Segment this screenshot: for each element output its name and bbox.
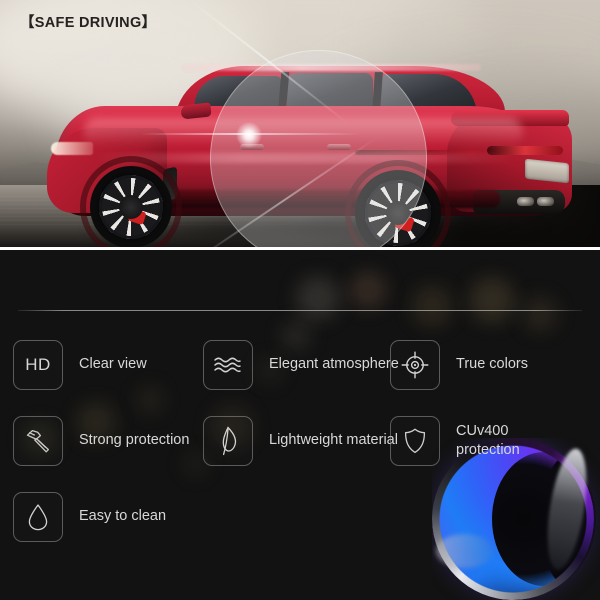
crosshair-target-icon <box>390 340 440 390</box>
feature-panel: HD Clear view Elegant atmosphere True co… <box>0 250 600 600</box>
lens-lower-highlight <box>436 534 494 568</box>
feature-item-clear-view[interactable]: HD Clear view <box>13 340 147 390</box>
shield-icon <box>390 416 440 466</box>
bokeh-light <box>469 277 515 323</box>
water-drop-icon <box>13 492 63 542</box>
bokeh-light <box>349 271 387 309</box>
hero-title: 【SAFE DRIVING】 <box>20 15 157 31</box>
feature-item-easy-to-clean[interactable]: Easy to clean <box>13 492 166 542</box>
leaf-icon <box>203 416 253 466</box>
bokeh-light <box>411 285 453 327</box>
feature-item-lightweight-material[interactable]: Lightweight material <box>203 416 398 466</box>
car-front-wheel-arch <box>86 162 176 247</box>
product-feature-page: 【SAFE DRIVING】 HD Clear view Elegant atm… <box>0 0 600 600</box>
feature-item-cuv400-protection[interactable]: CUv400 protection <box>390 416 548 466</box>
feature-label: True colors <box>456 356 528 373</box>
car-exhaust-tip <box>517 197 534 206</box>
bokeh-light <box>522 296 558 332</box>
feature-label: Easy to clean <box>79 508 167 525</box>
feature-item-true-colors[interactable]: True colors <box>390 340 528 390</box>
lens-flare-glow <box>236 122 262 148</box>
feature-label: CUv400 protection <box>456 422 520 458</box>
feature-item-strong-protection[interactable]: Strong protection <box>13 416 189 466</box>
feature-label: Lightweight material <box>269 432 398 449</box>
feature-label: Strong protection <box>79 432 190 449</box>
hero-car-image: 【SAFE DRIVING】 <box>0 0 600 247</box>
hammer-icon <box>13 416 63 466</box>
car-headlight <box>51 142 93 155</box>
bokeh-light <box>296 276 340 320</box>
feature-label: Clear view <box>79 356 147 373</box>
feature-label: Elegant atmosphere <box>269 356 399 373</box>
car-exhaust-tip <box>537 197 554 206</box>
feature-item-elegant-atmosphere[interactable]: Elegant atmosphere <box>203 340 399 390</box>
hd-icon-label: HD <box>25 355 51 374</box>
hd-icon: HD <box>13 340 63 390</box>
waves-icon <box>203 340 253 390</box>
section-divider <box>18 310 582 311</box>
